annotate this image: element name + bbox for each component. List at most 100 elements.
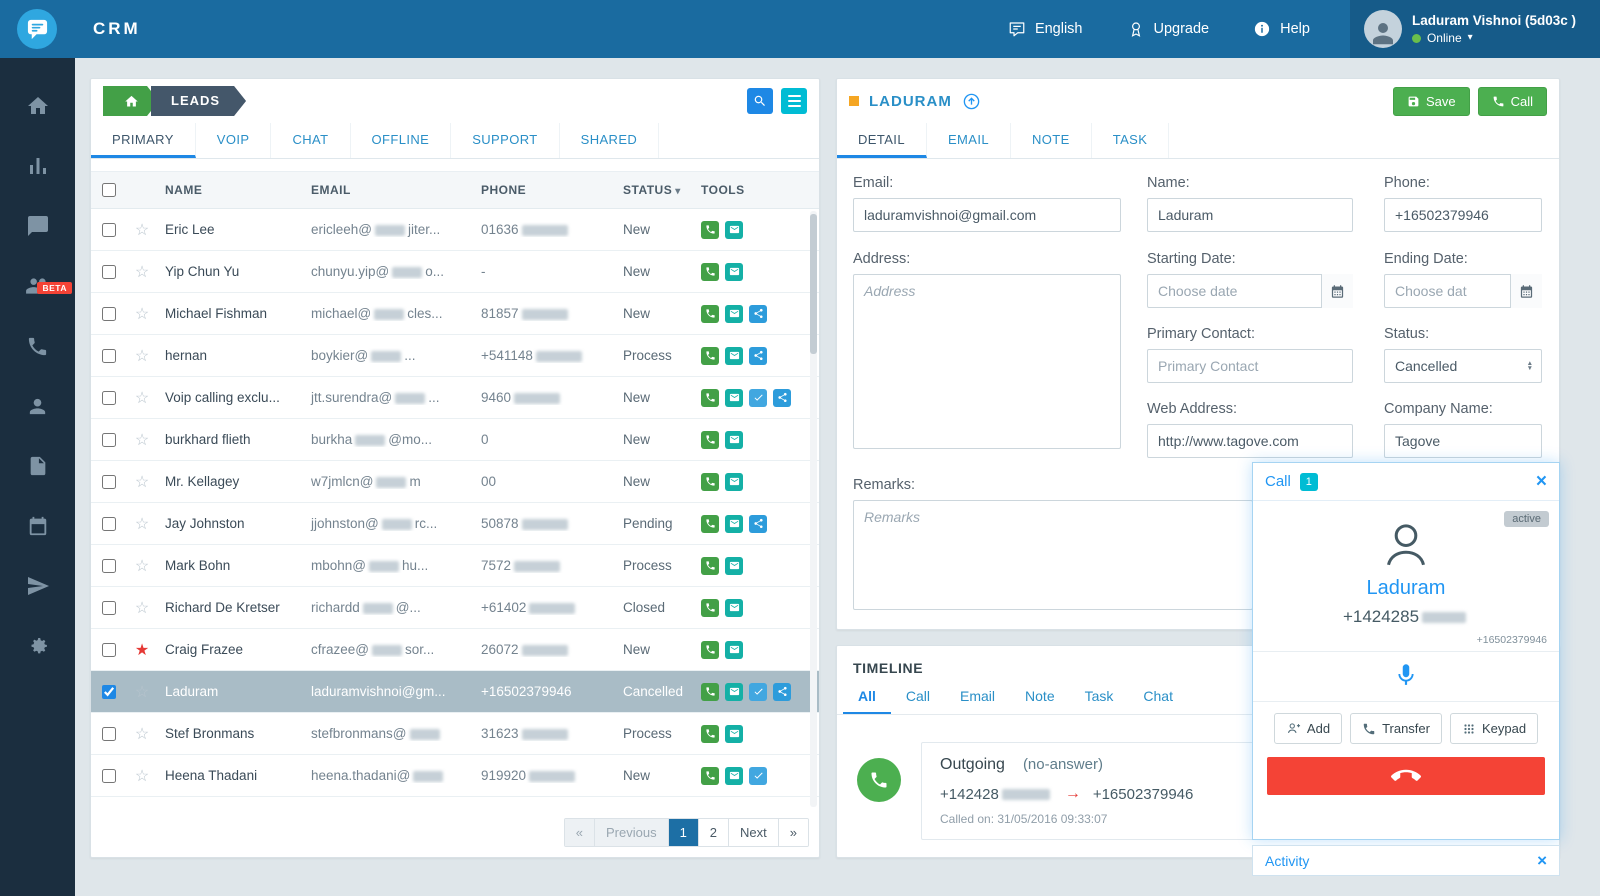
row-checkbox[interactable] bbox=[102, 516, 116, 531]
mute-toggle[interactable] bbox=[1253, 652, 1559, 696]
table-row[interactable]: ★ Craig Frazee cfrazee@ sor... 26072 New bbox=[91, 629, 819, 671]
row-checkbox[interactable] bbox=[102, 222, 116, 237]
timeline-tab-all[interactable]: All bbox=[843, 680, 891, 714]
app-logo[interactable] bbox=[17, 9, 57, 49]
row-checkbox[interactable] bbox=[102, 306, 116, 321]
star-icon[interactable]: ☆ bbox=[127, 220, 157, 240]
close-icon[interactable]: × bbox=[1536, 472, 1547, 491]
star-icon[interactable]: ☆ bbox=[127, 556, 157, 576]
star-icon[interactable]: ☆ bbox=[127, 304, 157, 324]
company-name-field[interactable] bbox=[1384, 424, 1542, 458]
table-row[interactable]: ☆ Richard De Kretser richardd @... +61402… bbox=[91, 587, 819, 629]
row-checkbox[interactable] bbox=[102, 348, 116, 363]
call-icon[interactable] bbox=[701, 388, 719, 407]
tab-note[interactable]: NOTE bbox=[1011, 123, 1092, 158]
call-icon[interactable] bbox=[701, 598, 719, 617]
email-icon[interactable] bbox=[725, 724, 743, 743]
table-row[interactable]: ☆ Stef Bronmans stefbronmans@ 31623 Proc… bbox=[91, 713, 819, 755]
upgrade-menu[interactable]: Upgrade bbox=[1127, 20, 1209, 38]
pagination-next-arrow[interactable]: » bbox=[778, 819, 808, 846]
sidebar-item-reports[interactable] bbox=[0, 136, 75, 196]
share-icon[interactable] bbox=[749, 346, 767, 365]
star-icon[interactable]: ☆ bbox=[127, 430, 157, 450]
row-checkbox[interactable] bbox=[102, 558, 116, 573]
email-icon[interactable] bbox=[725, 514, 743, 533]
email-icon[interactable] bbox=[725, 220, 743, 239]
call-icon[interactable] bbox=[701, 766, 719, 785]
language-menu[interactable]: English bbox=[1008, 20, 1083, 38]
star-icon[interactable]: ☆ bbox=[127, 388, 157, 408]
remarks-field[interactable] bbox=[853, 500, 1253, 610]
row-checkbox[interactable] bbox=[102, 642, 116, 657]
user-menu[interactable]: Laduram Vishnoi (5d03c ) Online ▾ bbox=[1349, 0, 1600, 58]
timeline-tab-chat[interactable]: Chat bbox=[1128, 680, 1188, 714]
email-icon[interactable] bbox=[725, 262, 743, 281]
row-checkbox[interactable] bbox=[102, 474, 116, 489]
share-icon[interactable] bbox=[773, 388, 791, 407]
address-field[interactable] bbox=[853, 274, 1121, 449]
primary-contact-field[interactable] bbox=[1147, 349, 1353, 383]
name-field[interactable] bbox=[1147, 198, 1353, 232]
pagination-page-1[interactable]: 1 bbox=[668, 819, 699, 846]
call-button[interactable]: Call bbox=[1477, 86, 1547, 116]
row-checkbox[interactable] bbox=[102, 726, 116, 741]
calendar-icon[interactable] bbox=[1510, 274, 1542, 308]
transfer-call-button[interactable]: Transfer bbox=[1350, 713, 1442, 744]
sidebar-item-calls[interactable] bbox=[0, 316, 75, 376]
table-row[interactable]: ☆ Eric Lee ericleeh@ jiter... 01636 New bbox=[91, 209, 819, 251]
sidebar-item-calendar[interactable] bbox=[0, 496, 75, 556]
sidebar-item-documents[interactable] bbox=[0, 436, 75, 496]
call-icon[interactable] bbox=[701, 682, 719, 701]
tab-voip[interactable]: VOIP bbox=[196, 123, 272, 158]
pagination-page-2[interactable]: 2 bbox=[698, 819, 730, 846]
table-row[interactable]: ☆ Yip Chun Yu chunyu.yip@ o... - New bbox=[91, 251, 819, 293]
row-checkbox[interactable] bbox=[102, 768, 116, 783]
call-icon[interactable] bbox=[701, 346, 719, 365]
email-icon[interactable] bbox=[725, 766, 743, 785]
email-icon[interactable] bbox=[725, 430, 743, 449]
call-icon[interactable] bbox=[701, 304, 719, 323]
help-menu[interactable]: Help bbox=[1253, 20, 1310, 38]
tab-task[interactable]: TASK bbox=[1092, 123, 1170, 158]
email-icon[interactable] bbox=[725, 346, 743, 365]
row-checkbox[interactable] bbox=[102, 600, 116, 615]
hangup-button[interactable] bbox=[1267, 757, 1545, 795]
table-row[interactable]: ☆ Mr. Kellagey w7jmlcn@ m 00 New bbox=[91, 461, 819, 503]
timeline-tab-note[interactable]: Note bbox=[1010, 680, 1070, 714]
column-name[interactable]: NAME bbox=[157, 183, 303, 197]
star-icon[interactable]: ☆ bbox=[127, 472, 157, 492]
row-checkbox[interactable] bbox=[102, 390, 116, 405]
sidebar-item-chat[interactable] bbox=[0, 196, 75, 256]
tab-primary[interactable]: PRIMARY bbox=[91, 123, 196, 158]
activity-bar[interactable]: Activity × bbox=[1252, 845, 1560, 876]
table-row[interactable]: ☆ Jay Johnston jjohnston@ rc... 50878 Pen… bbox=[91, 503, 819, 545]
scrollbar-thumb[interactable] bbox=[810, 214, 817, 354]
row-checkbox[interactable] bbox=[102, 432, 116, 447]
tab-offline[interactable]: OFFLINE bbox=[351, 123, 452, 158]
list-menu-button[interactable] bbox=[781, 88, 807, 114]
add-participant-button[interactable]: Add bbox=[1273, 713, 1343, 744]
share-icon[interactable] bbox=[749, 304, 767, 323]
star-icon[interactable]: ☆ bbox=[127, 682, 157, 702]
star-icon[interactable]: ★ bbox=[127, 640, 157, 660]
call-icon[interactable] bbox=[701, 262, 719, 281]
save-button[interactable]: Save bbox=[1392, 86, 1470, 116]
check-icon[interactable] bbox=[749, 766, 767, 785]
table-row[interactable]: ☆ Michael Fishman michael@ cles... 81857 … bbox=[91, 293, 819, 335]
call-icon[interactable] bbox=[701, 514, 719, 533]
tab-detail[interactable]: DETAIL bbox=[837, 123, 927, 158]
tab-support[interactable]: SUPPORT bbox=[451, 123, 560, 158]
close-icon[interactable]: × bbox=[1537, 851, 1547, 871]
call-icon[interactable] bbox=[701, 556, 719, 575]
select-all-checkbox[interactable] bbox=[102, 183, 116, 197]
star-icon[interactable]: ☆ bbox=[127, 766, 157, 786]
chevron-down-icon[interactable]: ▾ bbox=[1468, 31, 1473, 45]
timeline-tab-email[interactable]: Email bbox=[945, 680, 1010, 714]
sidebar-item-settings[interactable] bbox=[0, 616, 75, 676]
column-email[interactable]: EMAIL bbox=[303, 183, 473, 197]
tab-chat[interactable]: CHAT bbox=[271, 123, 351, 158]
row-checkbox[interactable] bbox=[102, 684, 116, 699]
star-icon[interactable]: ☆ bbox=[127, 262, 157, 282]
email-field[interactable] bbox=[853, 198, 1121, 232]
pagination-next[interactable]: Next bbox=[729, 819, 779, 846]
